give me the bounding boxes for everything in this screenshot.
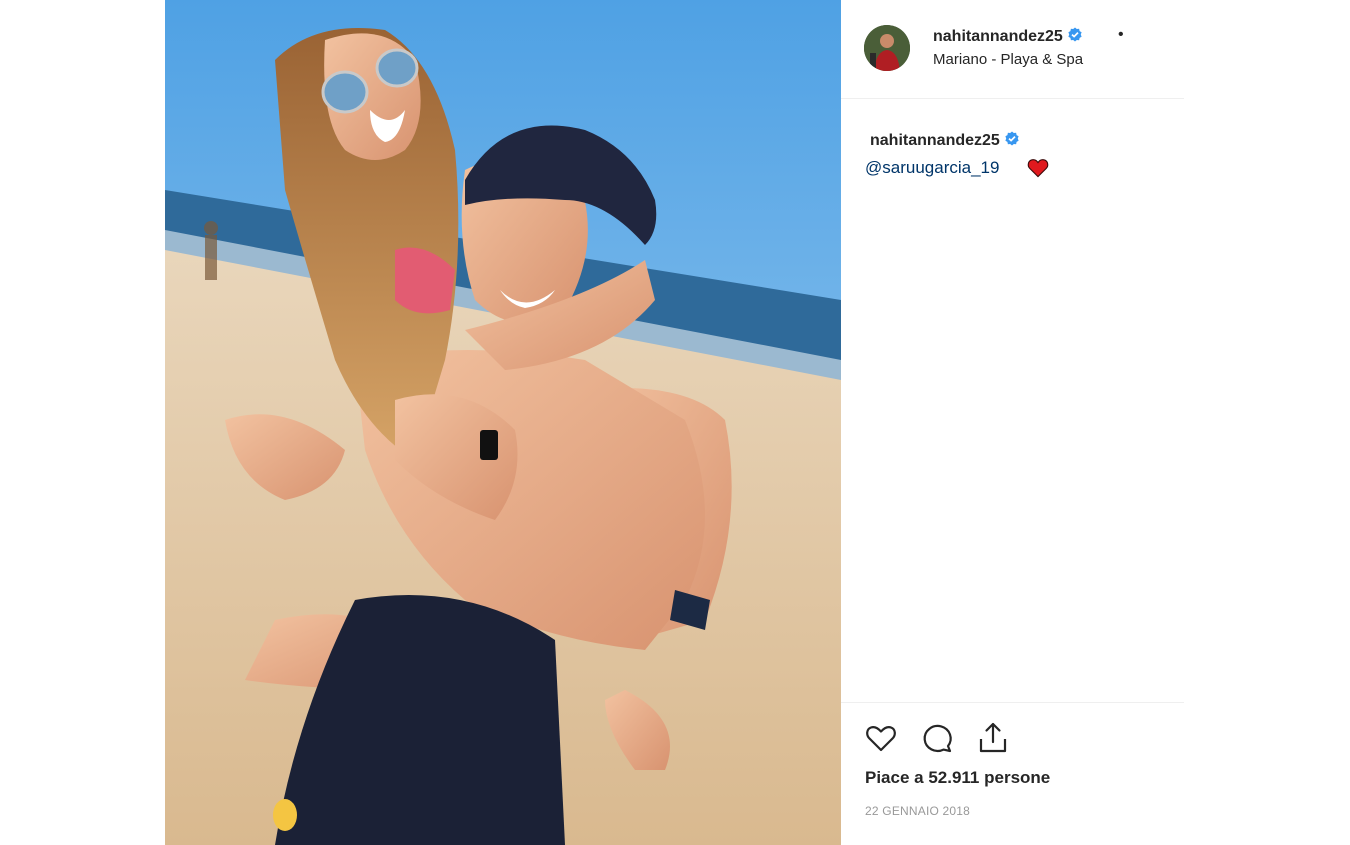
verified-badge-icon xyxy=(1005,131,1019,146)
post-header: nahitannandez25 • Mariano - Playa & Spa xyxy=(841,0,1184,99)
like-button[interactable] xyxy=(863,720,899,756)
caption-username[interactable]: nahitannandez25 xyxy=(870,131,1020,150)
likes-count[interactable]: Piace a 52.911 persone xyxy=(865,768,1050,788)
red-heart-emoji-icon xyxy=(1027,159,1049,178)
heart-outline-icon xyxy=(866,726,896,752)
actions-divider xyxy=(841,702,1184,703)
header-separator: • xyxy=(1118,26,1124,43)
avatar-image xyxy=(864,25,910,71)
speech-bubble-icon xyxy=(923,724,952,753)
share-button[interactable] xyxy=(975,720,1011,756)
verified-badge-icon xyxy=(1068,27,1082,42)
caption-mention-link[interactable]: @saruugarcia_19 xyxy=(865,158,999,178)
post-date[interactable]: 22 GENNAIO 2018 xyxy=(865,804,970,818)
location-link[interactable]: Mariano - Playa & Spa xyxy=(933,51,1083,68)
post-sidebar: nahitannandez25 • Mariano - Playa & Spa … xyxy=(841,0,1184,845)
header-username[interactable]: nahitannandez25 xyxy=(933,27,1083,46)
beach-photo-illustration xyxy=(165,0,841,845)
post-photo[interactable] xyxy=(165,0,841,845)
instagram-post: nahitannandez25 • Mariano - Playa & Spa … xyxy=(165,0,1184,845)
comment-button[interactable] xyxy=(919,720,955,756)
share-upload-icon xyxy=(979,722,1007,753)
header-username-text[interactable]: nahitannandez25 xyxy=(933,28,1063,45)
caption-username-text[interactable]: nahitannandez25 xyxy=(870,132,1000,149)
user-avatar[interactable] xyxy=(864,25,910,71)
